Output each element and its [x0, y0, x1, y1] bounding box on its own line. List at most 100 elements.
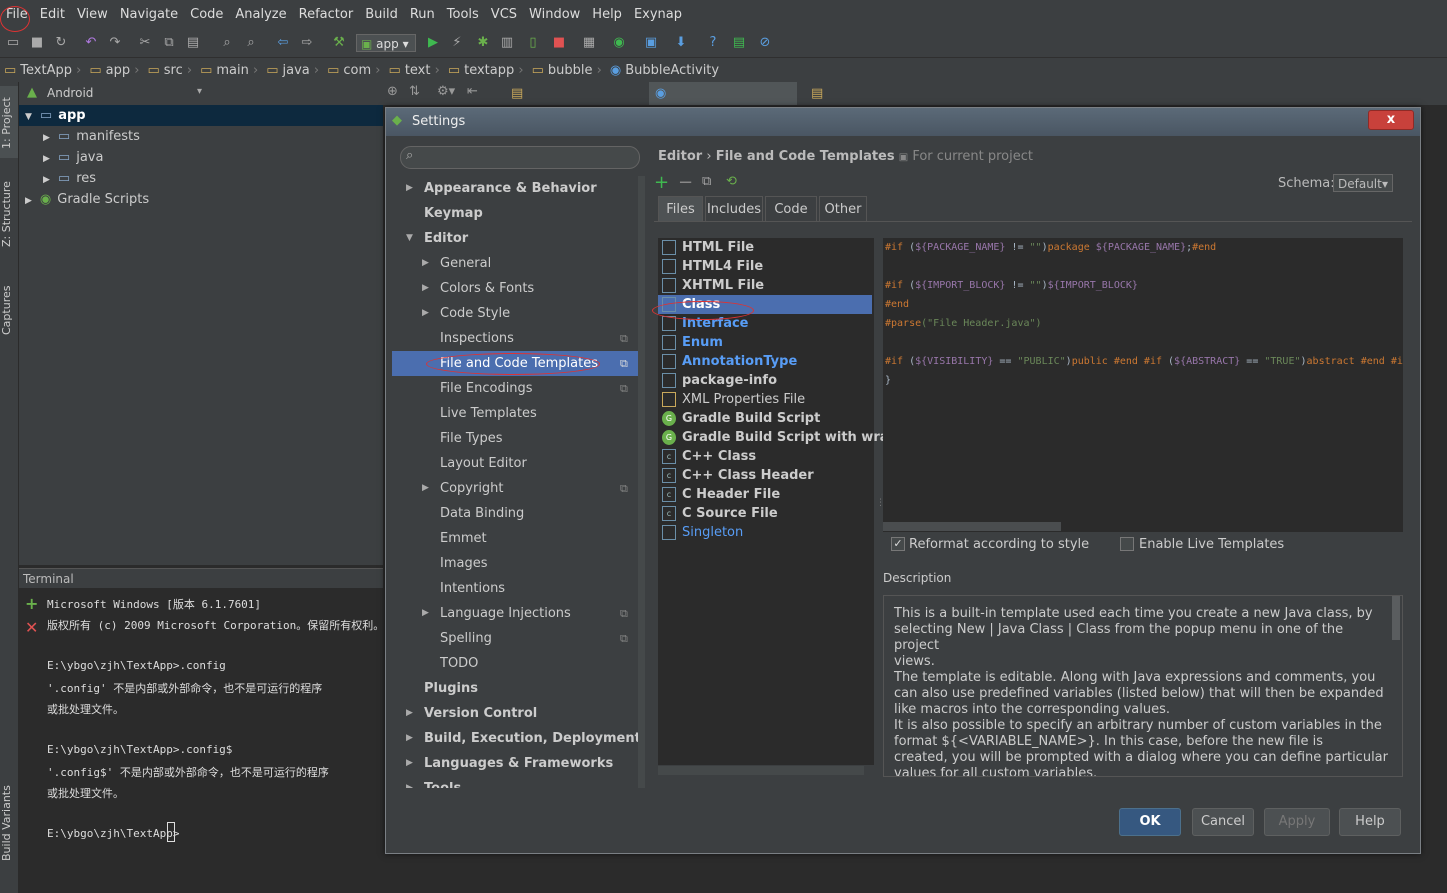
chevron-right-icon[interactable]: ▶ — [422, 476, 429, 501]
find-icon[interactable]: ⌕ — [218, 34, 236, 52]
nav-item[interactable]: ▶ General — [422, 251, 491, 276]
project-tree-item[interactable]: ▶ ▭ manifests — [43, 126, 140, 147]
stop-icon[interactable]: ■ — [550, 34, 568, 52]
chevron-down-icon[interactable]: ▼ — [25, 112, 32, 122]
breadcrumb-item[interactable]: ▭ java › — [262, 58, 323, 83]
project-tree-item[interactable]: ▶ ◉ Gradle Scripts — [25, 189, 149, 210]
template-item[interactable]: AnnotationType — [658, 352, 872, 371]
open-folder-icon[interactable]: ▭ — [4, 34, 22, 52]
forward-icon[interactable]: ⇨ — [298, 34, 316, 52]
menu-item-navigate[interactable]: Navigate — [114, 0, 184, 30]
profile-icon[interactable]: ▥ — [498, 34, 516, 52]
remove-template-icon[interactable]: − — [678, 172, 693, 193]
nav-item[interactable]: ▶ Version Control — [406, 701, 537, 726]
template-item[interactable]: c C Header File — [658, 485, 872, 504]
nav-item[interactable]: Keymap — [424, 201, 483, 226]
chevron-right-icon[interactable]: ▶ — [43, 154, 50, 164]
menu-item-analyze[interactable]: Analyze — [229, 0, 292, 30]
menu-item-code[interactable]: Code — [184, 0, 229, 30]
settings-search-input[interactable]: ⌕ — [400, 146, 640, 169]
nav-item[interactable]: ▶ Build, Execution, Deployment — [406, 726, 640, 751]
breadcrumb-item[interactable]: ▭ text › — [385, 58, 444, 83]
template-item[interactable]: HTML4 File — [658, 257, 872, 276]
splitter-handle[interactable]: ⋮ — [876, 498, 885, 518]
nav-item[interactable]: TODO — [440, 651, 478, 676]
close-session-icon[interactable]: ✕ — [25, 618, 38, 637]
gear-icon[interactable]: ⚙▾ — [437, 84, 455, 99]
chevron-right-icon[interactable]: ▶ — [422, 601, 429, 626]
monitor-icon[interactable]: ▤ — [730, 34, 748, 52]
nav-item[interactable]: Intentions — [440, 576, 505, 601]
help-button[interactable]: Help — [1339, 808, 1401, 836]
nav-item[interactable]: ▼ Editor — [406, 226, 468, 251]
menu-item-vcs[interactable]: VCS — [485, 0, 523, 30]
chevron-right-icon[interactable]: ▶ — [43, 175, 50, 185]
chevron-right-icon[interactable]: ▶ — [43, 133, 50, 143]
menu-item-edit[interactable]: Edit — [34, 0, 71, 30]
template-item[interactable]: XML Properties File — [658, 390, 872, 409]
project-tree-item[interactable]: ▶ ▭ res — [43, 168, 96, 189]
redo-icon[interactable]: ↷ — [106, 34, 124, 52]
menu-item-view[interactable]: View — [71, 0, 114, 30]
chevron-right-icon[interactable]: ▶ — [422, 276, 429, 301]
template-item[interactable]: G Gradle Build Script with wrappe — [658, 428, 916, 447]
template-item[interactable]: G Gradle Build Script — [658, 409, 872, 428]
nav-item[interactable]: Layout Editor — [440, 451, 527, 476]
nav-item[interactable]: Inspections ⧉ — [440, 326, 628, 351]
code-h-scrollbar[interactable] — [883, 522, 1061, 531]
template-item[interactable]: Singleton — [658, 523, 872, 542]
no-entry-icon[interactable]: ⊘ — [756, 34, 774, 52]
nav-item[interactable]: Spelling ⧉ — [440, 626, 628, 651]
add-template-icon[interactable]: + — [654, 172, 669, 193]
nav-item[interactable]: Plugins — [424, 676, 478, 701]
nav-item[interactable]: ▶ Appearance & Behavior — [406, 176, 597, 201]
template-item[interactable]: c C++ Class — [658, 447, 872, 466]
template-item[interactable]: package-info — [658, 371, 872, 390]
captures-tool-tab[interactable]: Captures — [0, 278, 18, 342]
back-icon[interactable]: ⇦ — [274, 34, 292, 52]
project-structure-icon[interactable]: ▣ — [642, 34, 660, 52]
nav-item[interactable]: ▶ Language Injections ⧉ — [422, 601, 628, 626]
apply-button[interactable]: Apply — [1264, 808, 1330, 836]
ok-button[interactable]: OK — [1119, 808, 1181, 836]
project-tree-item[interactable]: ▶ ▭ java — [43, 147, 103, 168]
structure-tool-tab[interactable]: Z: Structure — [0, 178, 18, 250]
chevron-right-icon[interactable]: ▶ — [406, 751, 413, 776]
project-tool-tab[interactable]: 1: Project — [0, 90, 18, 156]
chevron-right-icon[interactable]: ▶ — [406, 176, 413, 201]
tab-other[interactable]: Other — [819, 196, 867, 221]
hide-panel-icon[interactable]: ⇤ — [467, 84, 478, 99]
template-item[interactable]: HTML File — [658, 238, 872, 257]
nav-item[interactable]: ▶ Colors & Fonts — [422, 276, 534, 301]
breadcrumb-item[interactable]: ▭ TextApp › — [0, 58, 85, 83]
menu-item-refactor[interactable]: Refactor — [293, 0, 360, 30]
new-session-icon[interactable]: + — [25, 594, 38, 613]
template-item[interactable]: XHTML File — [658, 276, 872, 295]
chevron-down-icon[interactable]: ▾ — [197, 86, 202, 97]
tab-includes[interactable]: Includes — [705, 196, 763, 221]
chevron-right-icon[interactable]: ▶ — [406, 701, 413, 726]
nav-item[interactable]: ▶ Languages & Frameworks — [406, 751, 613, 776]
live-templates-checkbox[interactable] — [1120, 537, 1134, 551]
breadcrumb-item[interactable]: ▭ main › — [196, 58, 262, 83]
chevron-right-icon[interactable]: ▶ — [25, 196, 32, 206]
sync-icon[interactable]: ↻ — [52, 34, 70, 52]
make-icon[interactable]: ⚒ — [330, 34, 348, 52]
menu-item-exynap[interactable]: Exynap — [628, 0, 688, 30]
undo-icon[interactable]: ↶ — [82, 34, 100, 52]
breadcrumb-item[interactable]: ▭ textapp › — [444, 58, 528, 83]
breadcrumb-item[interactable]: ◉ BubbleActivity — [606, 58, 723, 83]
chevron-right-icon[interactable]: ▶ — [422, 251, 429, 276]
tab-files[interactable]: Files — [658, 196, 703, 221]
nav-item[interactable]: File Encodings ⧉ — [440, 376, 628, 401]
project-view-mode[interactable]: Android — [47, 86, 93, 100]
collapse-icon[interactable]: ⇅ — [409, 84, 420, 99]
menu-item-build[interactable]: Build — [359, 0, 404, 30]
sdk-manager-icon[interactable]: ⬇ — [672, 34, 690, 52]
chevron-right-icon[interactable]: ▶ — [422, 301, 429, 326]
attach-debugger-icon[interactable]: ✱ — [474, 34, 492, 52]
project-tree-item[interactable]: ▼ ▭ app — [19, 105, 383, 126]
debug-icon[interactable]: ⚡ — [448, 34, 466, 52]
nav-scrollbar[interactable] — [638, 176, 645, 788]
replace-icon[interactable]: ⌕ — [242, 34, 260, 52]
